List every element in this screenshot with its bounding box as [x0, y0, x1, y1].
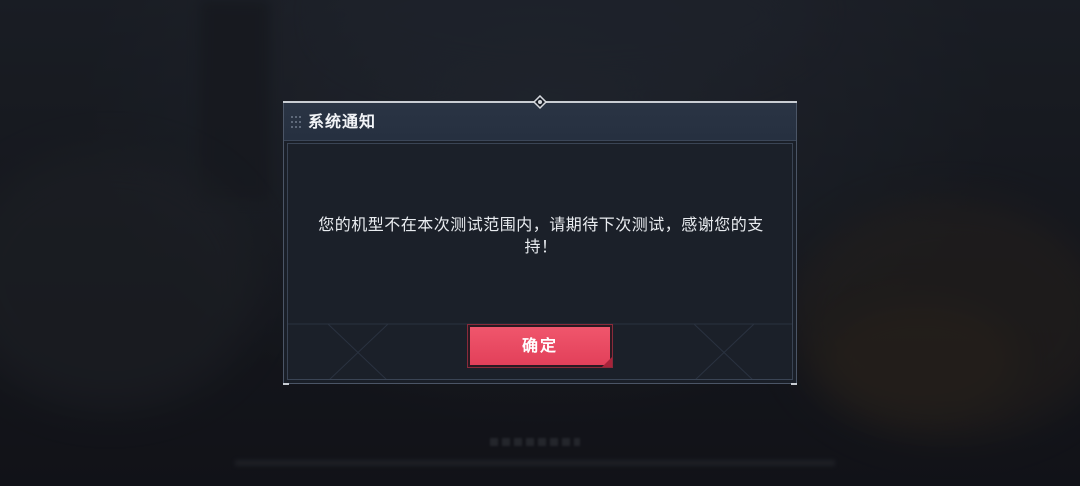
- system-notice-dialog: 系统通知 您的机型不在本次测试范围内，请期待下次测试，感谢您的支持！ 确定: [283, 102, 797, 384]
- notice-message: 您的机型不在本次测试范围内，请期待下次测试，感谢您的支持！: [318, 215, 764, 256]
- game-screen: 系统通知 您的机型不在本次测试范围内，请期待下次测试，感谢您的支持！ 确定: [0, 0, 1080, 486]
- dialog-title: 系统通知: [308, 112, 377, 131]
- button-corner-accent: [602, 357, 612, 367]
- confirm-button-frame: 确定: [467, 324, 613, 368]
- grip-dots-icon: [291, 116, 301, 128]
- corner-tick-right: [791, 383, 797, 385]
- corner-tick-left: [283, 383, 289, 385]
- diamond-ornament-icon: [532, 95, 548, 110]
- confirm-button[interactable]: 确定: [470, 327, 610, 365]
